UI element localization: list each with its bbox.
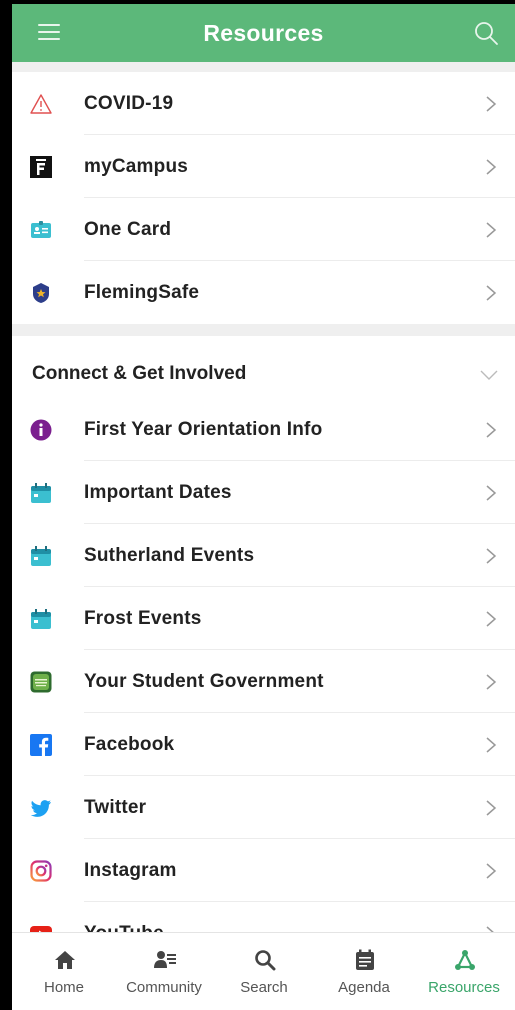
chevron-right-icon (486, 611, 497, 627)
chevron-right-icon (486, 737, 497, 753)
list-item-sutherland-events[interactable]: Sutherland Events (12, 524, 515, 587)
tab-resources[interactable]: Resources (414, 933, 514, 1010)
facebook-icon (30, 734, 52, 756)
list-item-one-card[interactable]: One Card (12, 198, 515, 261)
calendar-icon (31, 483, 51, 503)
agenda-icon (356, 949, 374, 970)
search-icon (255, 950, 276, 971)
bottom-tab-bar: Home Community Search Agenda Resources (12, 932, 515, 1010)
chevron-right-icon (486, 96, 497, 112)
chevron-right-icon (486, 485, 497, 501)
tab-community[interactable]: Community (114, 933, 214, 1010)
app-header: Resources (12, 4, 515, 62)
list-item-flemingsafe[interactable]: FlemingSafe (12, 261, 515, 324)
tab-label: Community (126, 979, 202, 996)
list-item-label: COVID-19 (84, 93, 174, 114)
info-icon (30, 419, 52, 441)
twitter-icon (30, 800, 51, 817)
list-item-covid[interactable]: COVID-19 (12, 72, 515, 135)
page-title: Resources (203, 20, 324, 46)
warning-icon (30, 94, 52, 114)
chevron-right-icon (486, 422, 497, 438)
chevron-right-icon (486, 800, 497, 816)
list-item-label: Instagram (84, 860, 177, 881)
list-item-label: First Year Orientation Info (84, 419, 323, 440)
list-item-facebook[interactable]: Facebook (12, 713, 515, 776)
calendar-icon (31, 546, 51, 566)
list-item-youtube[interactable]: YouTube (12, 902, 515, 934)
police-badge-icon (33, 283, 49, 303)
chevron-right-icon (486, 285, 497, 301)
list-item-label: myCampus (84, 156, 189, 177)
list-item-important-dates[interactable]: Important Dates (12, 461, 515, 524)
tab-label: Search (240, 979, 288, 996)
search-icon[interactable] (473, 20, 499, 46)
chevron-right-icon (486, 674, 497, 690)
calendar-icon (31, 609, 51, 629)
list-item-mycampus[interactable]: myCampus (12, 135, 515, 198)
chevron-right-icon (486, 222, 497, 238)
community-icon (154, 951, 176, 968)
tab-label: Agenda (338, 979, 390, 996)
list-item-instagram[interactable]: Instagram (12, 839, 515, 902)
list-item-label: Facebook (84, 734, 175, 755)
resources-list[interactable]: COVID-19 myCampus One Card FlemingSafe C… (12, 4, 515, 934)
tab-label: Resources (428, 979, 500, 996)
section-title: Connect & Get Involved (32, 363, 247, 384)
chevron-right-icon (486, 548, 497, 564)
list-item-twitter[interactable]: Twitter (12, 776, 515, 839)
list-item-label: Sutherland Events (84, 545, 255, 566)
list-item-label: One Card (84, 219, 172, 240)
tab-label: Home (43, 979, 84, 996)
fleming-logo-icon (30, 156, 52, 178)
tab-agenda[interactable]: Agenda (314, 933, 414, 1010)
id-card-icon (31, 221, 51, 238)
section-header-connect[interactable]: Connect & Get Involved (12, 336, 515, 396)
list-item-frost-events[interactable]: Frost Events (12, 587, 515, 650)
resources-icon (455, 950, 475, 970)
section-spacer (12, 324, 515, 336)
student-council-icon (30, 671, 52, 693)
list-item-label: Frost Events (84, 608, 202, 629)
list-item-student-government[interactable]: Your Student Government (12, 650, 515, 713)
app-frame: COVID-19 myCampus One Card FlemingSafe C… (12, 4, 515, 1010)
top-spacer (12, 62, 515, 72)
instagram-icon (30, 860, 52, 882)
tab-search[interactable]: Search (214, 933, 314, 1010)
list-item-label: FlemingSafe (84, 282, 200, 303)
home-icon (55, 951, 75, 969)
list-item-label: Important Dates (84, 482, 232, 503)
list-item-label: Twitter (84, 797, 147, 818)
tab-home[interactable]: Home (14, 933, 114, 1010)
chevron-right-icon (486, 863, 497, 879)
chevron-right-icon (486, 159, 497, 175)
chevron-down-icon (480, 370, 498, 380)
list-item-orientation[interactable]: First Year Orientation Info (12, 398, 515, 461)
list-item-label: Your Student Government (84, 671, 324, 692)
